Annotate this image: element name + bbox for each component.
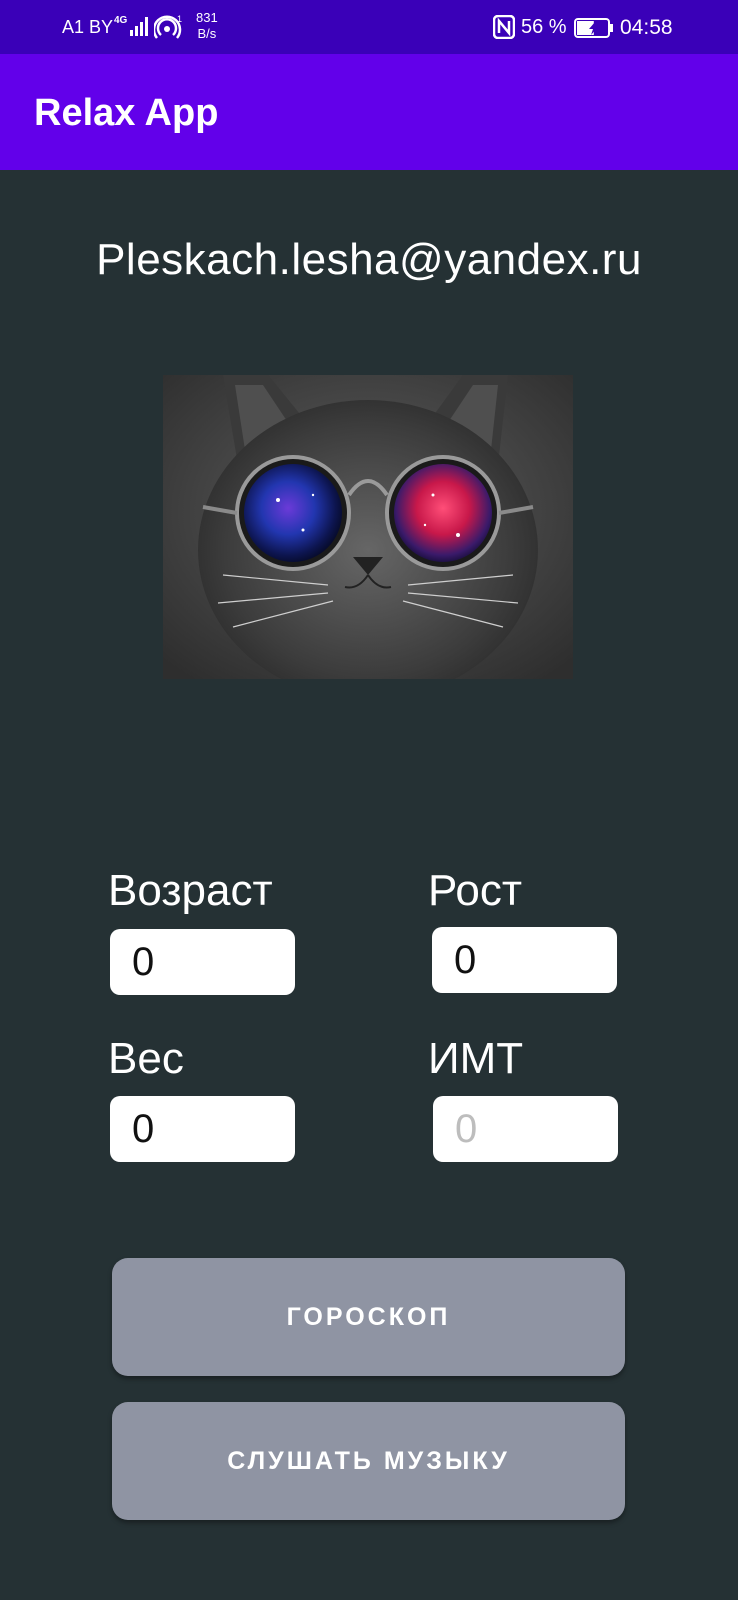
bmi-field[interactable]: 0 <box>433 1096 618 1162</box>
speed-unit: B/s <box>197 26 217 41</box>
height-input[interactable]: 0 <box>432 927 617 993</box>
age-label: Возраст <box>108 866 273 915</box>
age-input[interactable]: 0 <box>110 929 295 995</box>
weight-label: Вес <box>108 1034 184 1083</box>
cat-image <box>163 375 573 679</box>
height-label: Рост <box>428 866 523 915</box>
user-email: Pleskach.lesha@yandex.ru <box>96 235 642 284</box>
app-title: Relax App <box>34 92 219 134</box>
clock: 04:58 <box>620 16 673 39</box>
status-bar: A1 BY 4G 1 831 B/s 56 % 04:58 <box>0 0 738 54</box>
nfc-icon <box>493 15 515 39</box>
battery-percent: 56 % <box>521 16 567 38</box>
horoscope-button[interactable]: ГОРОСКОП <box>112 1258 625 1376</box>
battery-charging-icon <box>574 18 613 38</box>
signal-4g-icon: 4G <box>114 15 148 36</box>
weight-input[interactable]: 0 <box>110 1096 295 1162</box>
bmi-label: ИМТ <box>428 1034 524 1083</box>
hotspot-count: 1 <box>177 14 182 24</box>
wifi-hotspot-icon: 1 <box>154 14 182 39</box>
svg-text:4G: 4G <box>114 15 128 26</box>
speed-value: 831 <box>196 10 218 25</box>
app-bar: Relax App <box>0 54 738 170</box>
network-speed: 831 B/s <box>196 10 218 42</box>
listen-music-button[interactable]: СЛУШАТЬ МУЗЫКУ <box>112 1402 625 1520</box>
carrier-label: A1 BY <box>62 17 114 37</box>
